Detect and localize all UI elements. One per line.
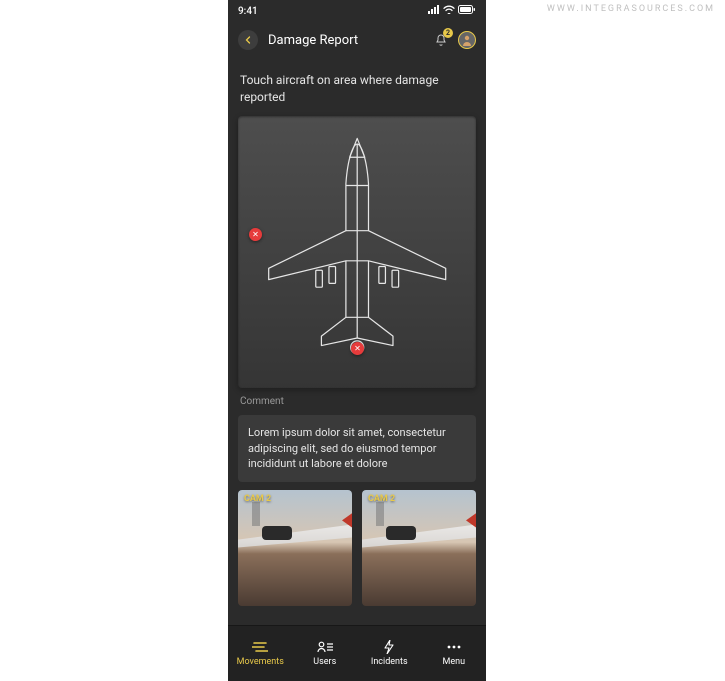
nav-users[interactable]: Users bbox=[293, 626, 358, 681]
topbar: Damage Report 2 bbox=[228, 20, 486, 60]
cam-label: CAM 2 bbox=[244, 494, 271, 504]
cam-label: CAM 2 bbox=[368, 494, 395, 504]
nav-incidents[interactable]: Incidents bbox=[357, 626, 422, 681]
page-title: Damage Report bbox=[268, 33, 422, 48]
thumbnail-cam[interactable]: CAM 2 bbox=[238, 490, 352, 606]
incidents-icon bbox=[381, 640, 397, 654]
menu-icon bbox=[446, 640, 462, 654]
nav-label: Movements bbox=[237, 657, 284, 667]
thumbnail-cam[interactable]: CAM 2 bbox=[362, 490, 476, 606]
comment-box[interactable]: Lorem ipsum dolor sit amet, consectetur … bbox=[238, 415, 476, 483]
wifi-icon bbox=[443, 5, 455, 17]
status-icons bbox=[428, 5, 476, 17]
user-icon bbox=[461, 34, 473, 46]
back-button[interactable] bbox=[238, 30, 258, 50]
users-icon bbox=[317, 640, 333, 654]
damage-marker-wing[interactable]: ✕ bbox=[249, 228, 262, 241]
content-area: Touch aircraft on area where damage repo… bbox=[228, 60, 486, 625]
airplane-icon bbox=[262, 129, 452, 374]
avatar[interactable] bbox=[458, 31, 476, 49]
movements-icon bbox=[252, 640, 268, 654]
watermark: WWW.INTEGRASOURCES.COM bbox=[547, 4, 715, 14]
notifications-button[interactable]: 2 bbox=[432, 31, 450, 49]
battery-icon bbox=[458, 5, 476, 17]
thumbnail-row: CAM 2 CAM 2 bbox=[238, 490, 476, 606]
nav-label: Incidents bbox=[371, 657, 408, 667]
nav-label: Menu bbox=[442, 657, 465, 667]
bottom-nav: Movements Users Incidents Menu bbox=[228, 625, 486, 681]
chevron-left-icon bbox=[244, 36, 252, 44]
notification-badge: 2 bbox=[443, 28, 453, 38]
instruction-text: Touch aircraft on area where damage repo… bbox=[238, 66, 476, 108]
aircraft-diagram[interactable]: ✕ ✕ bbox=[238, 116, 476, 388]
phone-frame: 9:41 Damage Report 2 bbox=[228, 0, 486, 681]
status-bar: 9:41 bbox=[228, 0, 486, 20]
status-time: 9:41 bbox=[238, 6, 258, 17]
comment-label: Comment bbox=[238, 396, 476, 407]
signal-icon bbox=[428, 5, 440, 17]
nav-menu[interactable]: Menu bbox=[422, 626, 487, 681]
damage-marker-tail[interactable]: ✕ bbox=[351, 342, 364, 355]
nav-label: Users bbox=[313, 657, 336, 667]
nav-movements[interactable]: Movements bbox=[228, 626, 293, 681]
